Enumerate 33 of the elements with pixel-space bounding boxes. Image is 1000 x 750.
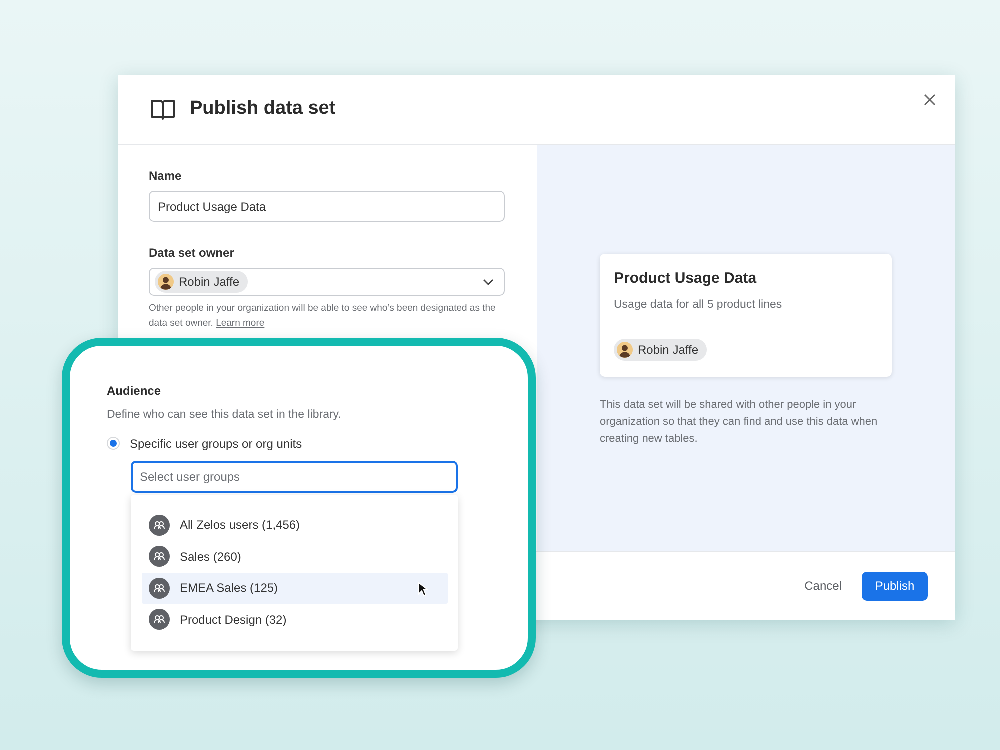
info-text: This data set will be shared with other people in your organization so that they can find and use this data when creating new tables. — [600, 398, 879, 447]
field-label: Name — [149, 168, 183, 185]
publish-button[interactable]: Publish — [862, 572, 928, 600]
card-title: Product Usage Data — [614, 270, 758, 288]
learn-more-link[interactable]: Learn more — [216, 318, 265, 329]
group-icon — [149, 514, 170, 536]
section-description: Define who can see this data set in the library. — [107, 408, 342, 424]
avatar-icon — [617, 342, 633, 358]
owner-chip: Robin Jaffe — [614, 339, 706, 362]
help-text: Other people in your organization will be able to see who’s been designated as the data set owner. Learn more — [149, 302, 497, 331]
book-icon — [150, 98, 176, 120]
group-icon — [149, 609, 170, 630]
owner-select[interactable]: Robin Jaffe — [149, 268, 505, 296]
menu-item[interactable]: Sales (260) — [142, 541, 448, 573]
menu-item[interactable]: All Zelos users (1,456) — [142, 510, 448, 542]
group-icon — [149, 546, 170, 568]
dialog-title: Publish data set — [190, 98, 336, 121]
card-description: Usage data for all 5 product lines — [614, 298, 784, 313]
avatar-icon — [158, 274, 174, 290]
radio-button[interactable] — [107, 437, 120, 450]
menu-item[interactable]: Product Design (32) — [142, 604, 448, 636]
chevron-down-icon — [483, 278, 494, 286]
field-label: Data set owner — [149, 245, 236, 262]
cursor-icon — [418, 582, 428, 597]
group-icon — [149, 578, 170, 599]
menu-item[interactable]: EMEA Sales (125) — [142, 572, 448, 604]
close-icon[interactable] — [923, 93, 937, 107]
owner-chip: Robin Jaffe — [155, 271, 248, 293]
search-field[interactable]: Select user groups — [131, 460, 458, 493]
radio-label: Specific user groups or org units — [130, 436, 302, 453]
section-title: Audience — [107, 384, 162, 398]
name-field[interactable]: Product Usage Data — [149, 191, 505, 222]
cancel-button[interactable]: Cancel — [804, 571, 842, 601]
